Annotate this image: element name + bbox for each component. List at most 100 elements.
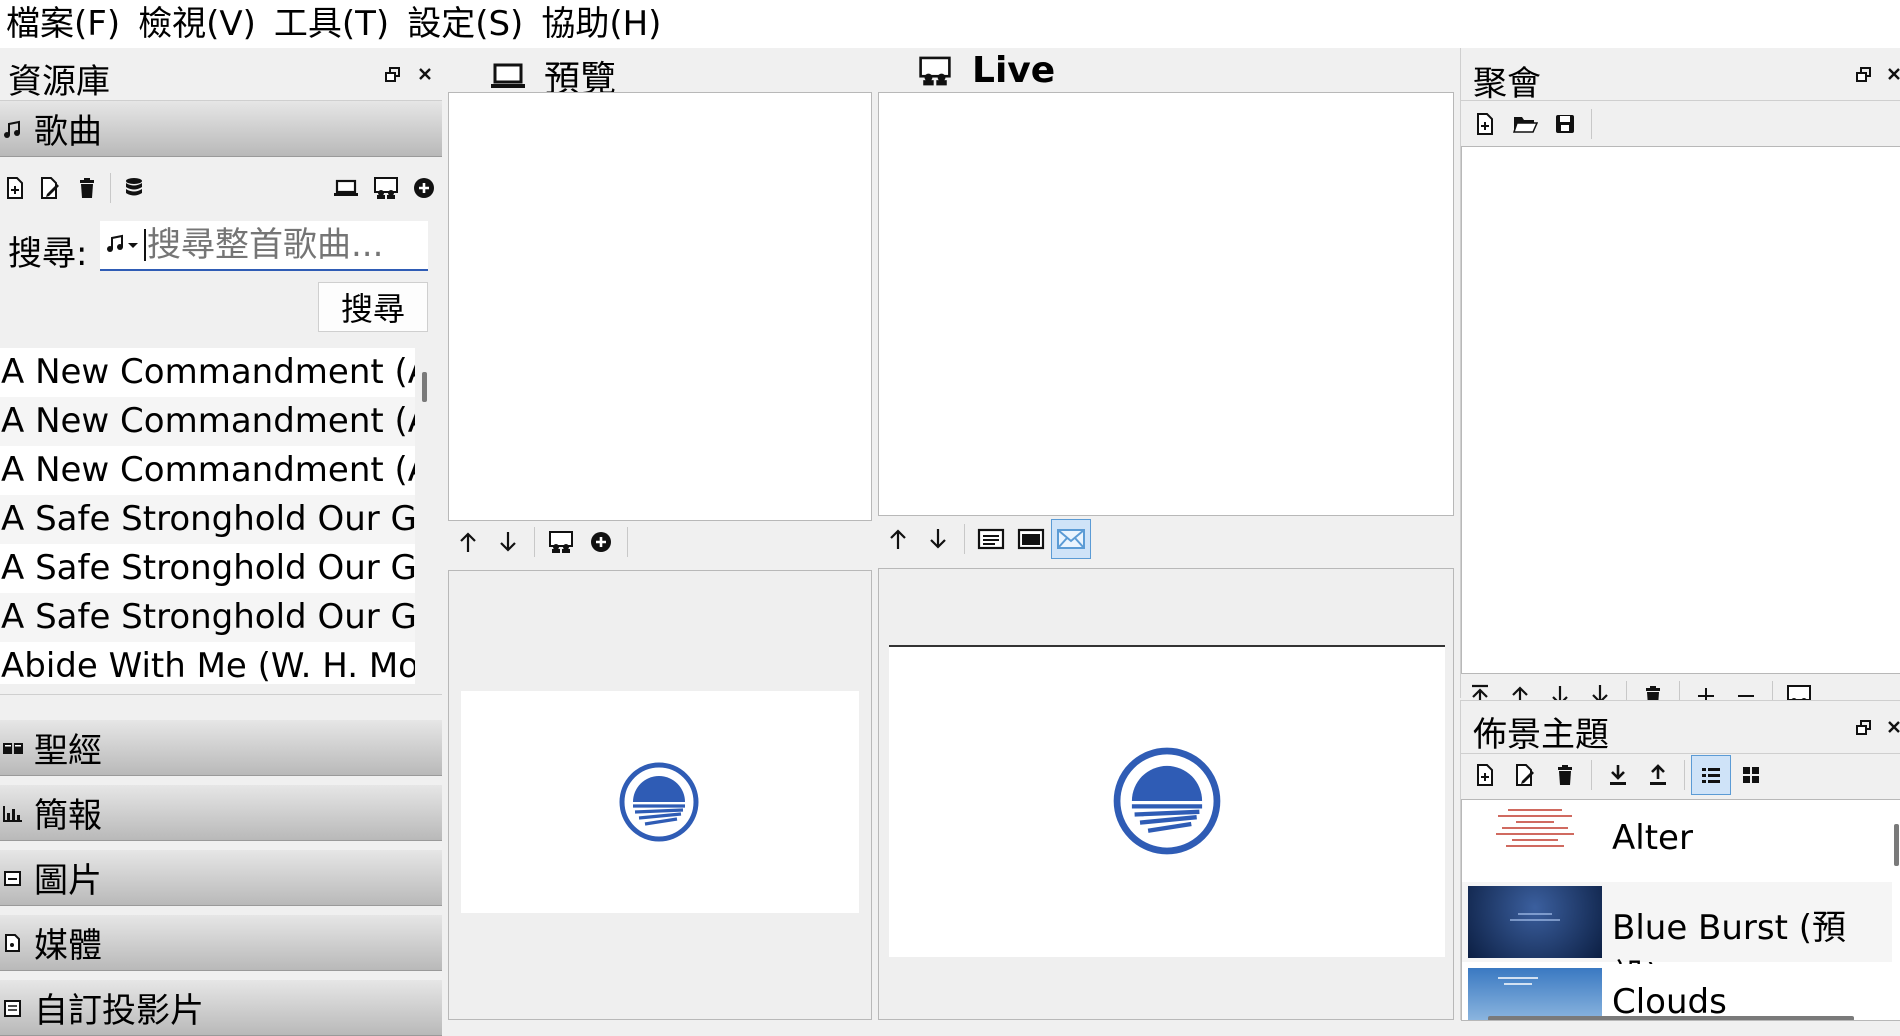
themes-list[interactable]: Alter Blue Burst (預設) Clouds <box>1461 799 1900 1021</box>
blank-to-theme-icon[interactable] <box>971 519 1011 559</box>
previous-slide-icon[interactable] <box>878 519 918 559</box>
import-theme-icon[interactable] <box>1598 755 1638 795</box>
open-service-icon[interactable] <box>1505 104 1545 144</box>
search-button[interactable]: 搜尋 <box>318 282 428 332</box>
live-display-area <box>878 568 1454 1020</box>
menu-tools[interactable]: 工具(T) <box>268 2 401 46</box>
next-slide-icon[interactable] <box>918 519 958 559</box>
category-songs[interactable]: 歌曲 <box>0 101 442 157</box>
preview-screen <box>461 691 859 913</box>
song-item[interactable]: Abide With Me (W. H. Mor <box>0 642 415 684</box>
category-media-label: 媒體 <box>34 926 102 966</box>
themes-dock: 佈景主題 Alter Blue Burst (預 Clouds <box>1460 700 1900 1021</box>
theme-thumbnail-blue-burst <box>1468 886 1602 958</box>
book-icon <box>2 738 28 758</box>
add-to-service-icon[interactable] <box>406 168 442 208</box>
category-bible[interactable]: 聖經 <box>0 720 442 776</box>
library-close-icon[interactable] <box>416 65 434 83</box>
songs-list[interactable]: A New Commandment (Au A New Commandment … <box>0 348 442 684</box>
laptop-icon <box>490 62 526 90</box>
theme-item[interactable]: Clouds <box>1462 964 1892 1020</box>
preview-slide-list[interactable] <box>448 92 872 521</box>
image-icon <box>2 868 28 888</box>
live-title: Live <box>972 50 1056 91</box>
themes-close-icon[interactable] <box>1885 718 1900 736</box>
search-field[interactable] <box>100 221 428 271</box>
custom-slide-icon <box>2 998 28 1018</box>
new-service-icon[interactable] <box>1465 104 1505 144</box>
category-bible-label: 聖經 <box>34 731 102 771</box>
category-presentations-label: 簡報 <box>34 796 102 836</box>
songs-vertical-scrollbar[interactable] <box>422 372 427 402</box>
add-to-service-icon[interactable] <box>581 522 621 562</box>
song-item[interactable]: A New Commandment (Au <box>0 397 415 446</box>
save-service-icon[interactable] <box>1545 104 1585 144</box>
category-custom-slides-label: 自訂投影片 <box>34 991 204 1031</box>
live-screen <box>889 647 1445 957</box>
database-icon[interactable] <box>117 168 151 208</box>
search-type-icon[interactable] <box>106 230 144 260</box>
live-header: Live <box>918 50 1055 91</box>
export-theme-icon[interactable] <box>1638 755 1678 795</box>
live-toolbar <box>878 518 1454 560</box>
new-theme-icon[interactable] <box>1465 755 1505 795</box>
category-images-label: 圖片 <box>34 861 102 901</box>
blank-screen-icon[interactable] <box>1011 519 1051 559</box>
menu-help[interactable]: 協助(H) <box>535 2 673 46</box>
themes-horizontal-scrollbar[interactable] <box>1488 1016 1854 1020</box>
edit-song-icon[interactable] <box>30 168 70 208</box>
bar-chart-icon <box>2 803 28 823</box>
song-item[interactable]: A Safe Stronghold Our Goo <box>0 495 415 544</box>
live-slide-list[interactable] <box>878 92 1454 516</box>
menu-file[interactable]: 檔案(F) <box>0 2 132 46</box>
theme-thumbnail-clouds <box>1468 968 1602 1020</box>
theme-item[interactable]: Alter <box>1462 800 1892 880</box>
theme-item[interactable]: Blue Burst (預設) <box>1462 882 1892 997</box>
library-dock-title: 資源庫 <box>8 54 110 103</box>
service-list[interactable] <box>1461 146 1900 674</box>
new-song-icon[interactable] <box>0 168 30 208</box>
preview-song-icon[interactable] <box>326 168 366 208</box>
previous-slide-icon[interactable] <box>448 522 488 562</box>
category-images[interactable]: 圖片 <box>0 850 442 906</box>
category-songs-label: 歌曲 <box>34 112 102 152</box>
next-slide-icon[interactable] <box>488 522 528 562</box>
list-view-icon[interactable] <box>1691 755 1731 795</box>
live-song-icon[interactable] <box>366 168 406 208</box>
search-input[interactable] <box>147 225 417 265</box>
library-float-icon[interactable] <box>384 66 402 84</box>
delete-song-icon[interactable] <box>70 168 104 208</box>
show-desktop-icon[interactable] <box>1051 519 1091 559</box>
search-label: 搜尋: <box>8 234 88 274</box>
menu-view[interactable]: 檢視(V) <box>132 2 268 46</box>
preview-toolbar <box>448 522 872 562</box>
menu-settings[interactable]: 設定(S) <box>401 2 535 46</box>
themes-title: 佈景主題 <box>1473 715 1609 755</box>
song-item[interactable]: A Safe Stronghold Our Goo <box>0 593 415 642</box>
song-item[interactable]: A New Commandment (Au <box>0 348 415 397</box>
preview-display-area <box>448 570 872 1020</box>
edit-theme-icon[interactable] <box>1505 755 1545 795</box>
service-file-toolbar <box>1465 104 1598 144</box>
category-custom-slides[interactable]: 自訂投影片 <box>0 980 442 1036</box>
service-float-icon[interactable] <box>1855 66 1873 84</box>
library-title: 資源庫 <box>8 62 110 102</box>
category-media[interactable]: 媒體 <box>0 915 442 971</box>
themes-toolbar <box>1465 755 1771 795</box>
go-live-icon[interactable] <box>541 522 581 562</box>
themes-vertical-scrollbar[interactable] <box>1894 824 1899 866</box>
app-logo-icon <box>619 762 699 842</box>
media-file-icon <box>2 933 28 953</box>
service-close-icon[interactable] <box>1885 65 1900 83</box>
service-dock: 聚會 <box>1460 48 1900 698</box>
service-title: 聚會 <box>1473 64 1541 104</box>
song-item[interactable]: A New Commandment (Au <box>0 446 415 495</box>
song-item[interactable]: A Safe Stronghold Our Goo <box>0 544 415 593</box>
themes-float-icon[interactable] <box>1855 719 1873 737</box>
delete-theme-icon[interactable] <box>1545 755 1585 795</box>
theme-name: Alter <box>1612 818 1693 858</box>
menu-bar: 檔案(F) 檢視(V) 工具(T) 設定(S) 協助(H) <box>0 0 1900 48</box>
projector-icon <box>918 54 952 88</box>
category-presentations[interactable]: 簡報 <box>0 785 442 841</box>
grid-view-icon[interactable] <box>1731 755 1771 795</box>
